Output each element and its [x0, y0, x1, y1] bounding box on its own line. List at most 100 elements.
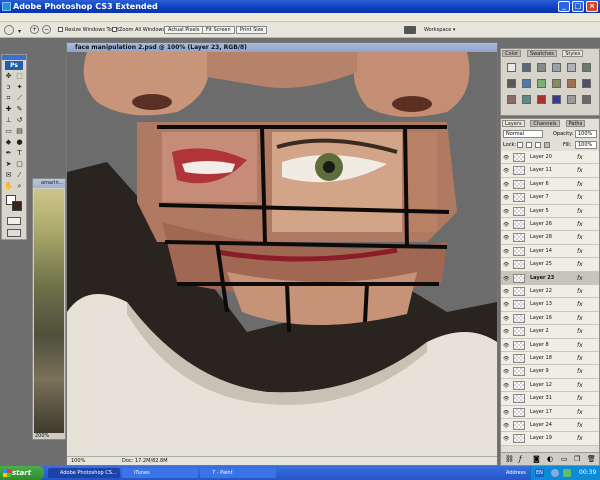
toolbox-header[interactable] — [2, 55, 26, 60]
visibility-eye-icon[interactable]: 👁 — [503, 289, 509, 295]
visibility-eye-icon[interactable]: 👁 — [503, 436, 509, 442]
style-swatch[interactable] — [552, 79, 561, 88]
style-swatch[interactable] — [522, 95, 531, 104]
layer-effects-icon[interactable]: fx — [577, 166, 583, 175]
visibility-eye-icon[interactable]: 👁 — [503, 343, 509, 349]
tray-icon[interactable] — [563, 469, 571, 477]
layer-effects-icon[interactable]: fx — [577, 354, 583, 363]
layer-name[interactable]: Layer 25 — [530, 260, 552, 269]
layer-name[interactable]: Layer 9 — [530, 367, 549, 376]
layer-name[interactable]: Layer 12 — [530, 381, 552, 390]
style-swatch[interactable] — [507, 63, 516, 72]
layer-effects-icon[interactable]: fx — [577, 247, 583, 256]
tray-icon[interactable] — [551, 469, 559, 477]
move-tool-icon[interactable]: ✥ — [4, 72, 13, 81]
visibility-eye-icon[interactable]: 👁 — [503, 249, 509, 255]
layer-effects-icon[interactable]: fx — [577, 434, 583, 443]
dodge-tool-icon[interactable]: ● — [15, 138, 24, 147]
opacity-field[interactable]: 100% — [575, 130, 597, 138]
layer-thumbnail[interactable] — [513, 246, 525, 256]
layer-name[interactable]: Layer 13 — [530, 300, 552, 309]
layer-name[interactable]: Layer 11 — [530, 166, 552, 175]
eyedropper-tool-icon[interactable]: ⁄ — [15, 171, 24, 180]
visibility-eye-icon[interactable]: 👁 — [503, 209, 509, 215]
style-swatch[interactable] — [537, 79, 546, 88]
layer-row[interactable]: 👁 Layer 11 fx — [501, 164, 599, 178]
secondary-document-window[interactable]: amarin... 200% — [32, 178, 66, 440]
layer-thumbnail[interactable] — [513, 260, 525, 270]
pen-tool-icon[interactable]: ✒ — [4, 149, 13, 158]
blur-tool-icon[interactable]: ◆ — [4, 138, 13, 147]
layer-name[interactable]: Layer 23 — [530, 274, 554, 283]
visibility-eye-icon[interactable]: 👁 — [503, 155, 509, 161]
dropdown-arrow-icon[interactable]: ▾ — [18, 28, 21, 35]
shape-tool-icon[interactable]: ▢ — [15, 160, 24, 169]
layer-thumbnail[interactable] — [513, 407, 525, 417]
address-toolbar-label[interactable]: Address — [506, 469, 526, 477]
path-selection-tool-icon[interactable]: ➤ — [4, 160, 13, 169]
visibility-eye-icon[interactable]: 👁 — [503, 423, 509, 429]
layer-thumbnail[interactable] — [513, 367, 525, 377]
clone-stamp-tool-icon[interactable]: ⊥ — [4, 116, 13, 125]
layer-name[interactable]: Layer 17 — [530, 408, 552, 417]
crop-tool-icon[interactable]: ⌗ — [4, 94, 13, 103]
layer-row[interactable]: 👁 Layer 13 fx — [501, 298, 599, 312]
style-swatch[interactable] — [582, 95, 591, 104]
lasso-tool-icon[interactable]: ↄ — [4, 83, 13, 92]
maximize-button[interactable]: □ — [572, 1, 584, 12]
layer-effects-icon[interactable]: fx — [577, 327, 583, 336]
document-canvas[interactable] — [67, 52, 497, 456]
visibility-eye-icon[interactable]: 👁 — [503, 168, 509, 174]
taskbar-itunes[interactable]: iTunes — [122, 468, 198, 478]
brush-tool-icon[interactable]: ✎ — [15, 105, 24, 114]
layer-row[interactable]: 👁 Layer 25 fx — [501, 258, 599, 272]
layer-thumbnail[interactable] — [513, 434, 525, 444]
layer-thumbnail[interactable] — [513, 233, 525, 243]
lock-transparent-icon[interactable] — [517, 142, 523, 148]
style-swatch[interactable] — [582, 63, 591, 72]
layer-row[interactable]: 👁 Layer 18 fx — [501, 352, 599, 366]
layer-effects-icon[interactable]: fx — [577, 153, 583, 162]
link-layers-icon[interactable]: ⛓ — [505, 455, 514, 463]
layer-row[interactable]: 👁 Layer 20 fx — [501, 151, 599, 165]
main-document-window[interactable]: face manipulation 2.psd @ 100% (Layer 23… — [66, 42, 498, 466]
layer-row[interactable]: 👁 Layer 26 fx — [501, 218, 599, 232]
tab-swatches[interactable]: Swatches — [527, 50, 557, 57]
layer-effects-icon[interactable]: fx — [577, 287, 583, 296]
layer-effects-icon[interactable]: fx — [577, 381, 583, 390]
secondary-document-title[interactable]: amarin... — [33, 179, 65, 188]
layer-name[interactable]: Layer 22 — [530, 287, 552, 296]
print-size-button[interactable]: Print Size — [236, 26, 268, 34]
eraser-tool-icon[interactable]: ▭ — [4, 127, 13, 136]
layer-row[interactable]: 👁 Layer 19 fx — [501, 432, 599, 446]
healing-brush-tool-icon[interactable]: ✚ — [4, 105, 13, 114]
layer-row[interactable]: 👁 Layer 12 fx — [501, 378, 599, 393]
layer-name[interactable]: Layer 20 — [530, 153, 552, 162]
zoom-tool-icon[interactable] — [4, 25, 14, 35]
layer-thumbnail[interactable] — [513, 313, 525, 323]
layer-name[interactable]: Layer 19 — [530, 434, 552, 443]
layer-effects-icon[interactable]: fx — [577, 314, 583, 323]
magic-wand-tool-icon[interactable]: ✦ — [15, 83, 24, 92]
style-swatch[interactable] — [567, 63, 576, 72]
style-swatch[interactable] — [552, 63, 561, 72]
layer-row[interactable]: 👁 Layer 9 fx — [501, 365, 599, 379]
layer-row[interactable]: 👁 Layer 28 fx — [501, 231, 599, 245]
layer-effects-icon[interactable]: fx — [577, 394, 583, 403]
history-brush-tool-icon[interactable]: ↺ — [15, 116, 24, 125]
notes-tool-icon[interactable]: ✉ — [4, 171, 13, 180]
gradient-tool-icon[interactable]: ▤ — [15, 127, 24, 136]
layer-row[interactable]: 👁 Layer 2 fx — [501, 325, 599, 339]
layer-mask-icon[interactable]: ◙ — [533, 455, 540, 463]
visibility-eye-icon[interactable]: 👁 — [503, 329, 509, 335]
layer-thumbnail[interactable] — [513, 287, 525, 296]
layer-thumbnail[interactable] — [513, 380, 525, 390]
document-title[interactable]: face manipulation 2.psd @ 100% (Layer 23… — [67, 43, 497, 52]
layer-name[interactable]: Layer 31 — [530, 394, 552, 403]
layer-effects-icon[interactable]: fx — [577, 180, 583, 189]
tab-channels[interactable]: Channels — [530, 120, 560, 127]
resize-windows-checkbox[interactable] — [58, 27, 63, 32]
window-title-bar[interactable]: Adobe Photoshop CS3 Extended — [0, 0, 600, 13]
layer-thumbnail[interactable] — [513, 421, 525, 430]
style-swatch[interactable] — [567, 95, 576, 104]
